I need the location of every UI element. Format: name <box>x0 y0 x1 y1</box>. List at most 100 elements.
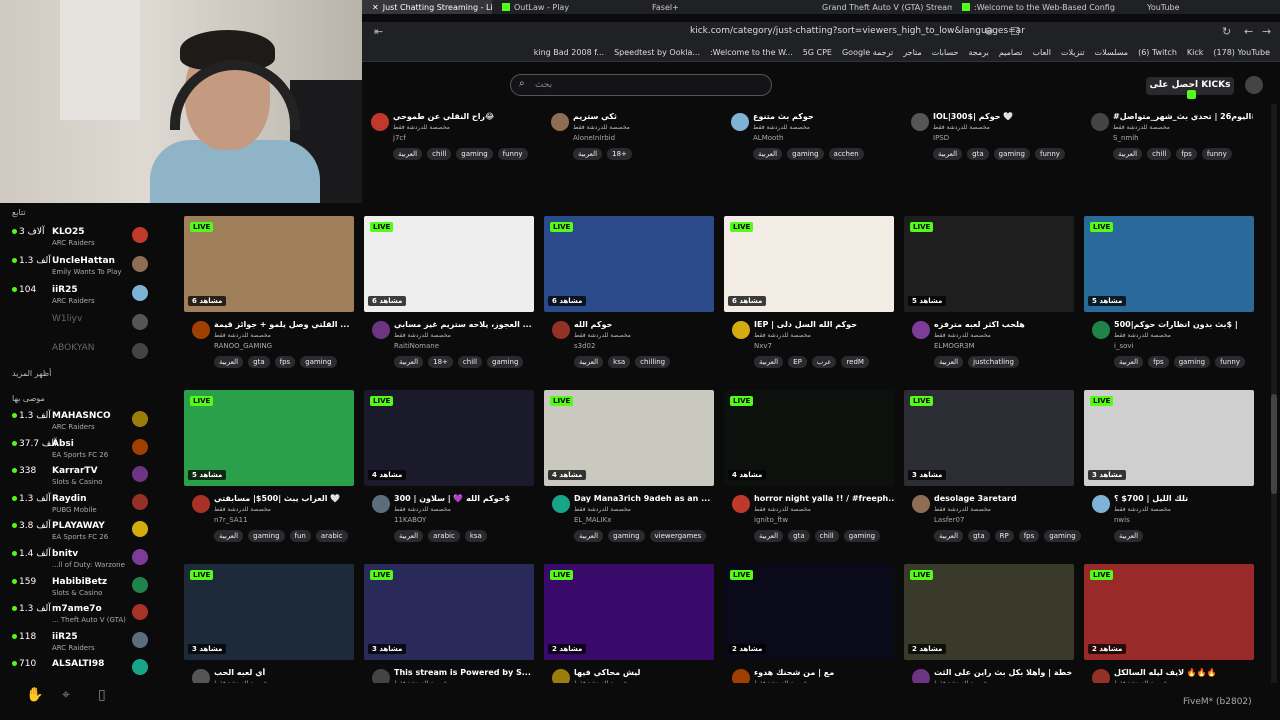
channel-name[interactable]: Lasfer07 <box>934 516 964 524</box>
close-icon[interactable]: ✕ <box>372 3 379 12</box>
tag-chip[interactable]: chill <box>814 530 839 542</box>
bookmark-item[interactable]: العاب <box>1032 48 1051 57</box>
tag-chip[interactable]: gaming <box>248 530 285 542</box>
stream-title[interactable]: desolage 3aretard <box>934 494 1074 503</box>
tag-chip[interactable]: gaming <box>608 530 645 542</box>
avatar[interactable] <box>1091 113 1109 131</box>
stream-thumbnail[interactable]: LIVE 6 مشاهد <box>544 216 714 312</box>
tag-chip[interactable]: العربية <box>393 148 423 160</box>
tag-chip[interactable]: arabic <box>315 530 348 542</box>
sidebar-channel[interactable]: 3.8 آلف PLAYAWAY EA Sports FC 26 <box>8 519 158 545</box>
tag-chip[interactable]: chill <box>457 356 483 368</box>
forward-arrow-icon[interactable]: → <box>1262 25 1271 38</box>
stream-title[interactable]: بث بدون انظارات حوكم|500$ | <box>1114 320 1254 329</box>
tag-chip[interactable]: العربية <box>574 530 604 542</box>
sidebar-channel[interactable]: W1liyv <box>8 312 158 338</box>
channel-name[interactable]: ELMOGR3M <box>934 342 975 350</box>
tag-chip[interactable]: 18+ <box>428 356 453 368</box>
stream-title[interactable]: تلك الليل | 700$ ؟ <box>1114 494 1254 503</box>
stream-title[interactable]: IOL|300$| حوكم 🤍 <box>933 112 1073 121</box>
stream-title[interactable]: راح النقلي عن طموحي😂 <box>393 112 533 121</box>
channel-name[interactable]: Nxv7 <box>754 342 772 350</box>
stream-category[interactable]: مخصصة للدردشة فقط <box>753 124 810 131</box>
stream-title[interactable]: ثكي ستريم <box>573 112 713 121</box>
stream-title[interactable]: هلحب اكثر لعبه مترفزه <box>934 320 1074 329</box>
tag-chip[interactable]: العربية <box>1114 356 1144 368</box>
avatar[interactable] <box>372 321 390 339</box>
stream-category[interactable]: مخصصة للدردشة فقط <box>394 506 451 513</box>
avatar[interactable] <box>1092 669 1110 684</box>
stream-thumbnail[interactable]: LIVE 2 مشاهد <box>904 564 1074 660</box>
stream-category[interactable]: مخصصة للدردشة فقط <box>754 332 811 339</box>
stream-title[interactable]: IEP | حوكم الله السل دلى <box>754 320 894 329</box>
tag-chip[interactable]: funny <box>497 148 528 160</box>
tag-chip[interactable]: العربية <box>934 530 964 542</box>
stream-category[interactable]: مخصصة للدردشة فقط <box>1114 332 1171 339</box>
url-field[interactable]: kick.com/category/just-chatting?sort=vie… <box>690 26 1025 36</box>
tag-chip[interactable]: EP <box>788 356 807 368</box>
stream-title[interactable]: أي لعبه الحب <box>214 668 354 677</box>
sidebar-channel[interactable]: 118 iiR25 ARC Raiders <box>8 630 158 656</box>
tag-chip[interactable]: gaming <box>1044 530 1081 542</box>
tag-chip[interactable]: fun <box>289 530 311 542</box>
bookmark-item[interactable]: تصاميم <box>999 48 1023 57</box>
tag-chip[interactable]: gta <box>788 530 810 542</box>
browser-tab[interactable]: Fasel+ <box>622 0 782 14</box>
stream-thumbnail[interactable]: LIVE 4 مشاهد <box>364 390 534 486</box>
stream-title[interactable]: ليش محاكي فيها <box>574 668 714 677</box>
tag-chip[interactable]: gaming <box>787 148 824 160</box>
avatar[interactable] <box>371 113 389 131</box>
tag-chip[interactable]: العربية <box>214 356 244 368</box>
avatar[interactable] <box>192 669 210 684</box>
stream-title[interactable]: العراب يبث |500$| مسابقتي 🤍 <box>214 494 354 503</box>
tag-chip[interactable]: العربية <box>394 530 424 542</box>
stream-thumbnail[interactable]: LIVE 2 مشاهد <box>544 564 714 660</box>
stream-title[interactable]: horror night yalla !! / #freeph... <box>754 494 894 503</box>
avatar[interactable] <box>372 495 390 513</box>
avatar[interactable] <box>1245 76 1263 94</box>
stream-thumbnail[interactable]: LIVE 6 مشاهد <box>724 216 894 312</box>
tag-chip[interactable]: funny <box>1215 356 1246 368</box>
stream-thumbnail[interactable]: LIVE 5 مشاهد <box>1084 216 1254 312</box>
stream-category[interactable]: مخصصة للدردشة فقط <box>214 506 271 513</box>
sidebar-channel[interactable]: 710 ALSALTI98 <box>8 657 158 683</box>
bookmark-item[interactable]: Speedtest by Ookla... <box>614 48 700 57</box>
avatar[interactable] <box>912 495 930 513</box>
channel-name[interactable]: ignito_ftw <box>754 516 788 524</box>
tag-chip[interactable]: العربية <box>214 530 244 542</box>
scrollbar[interactable] <box>1271 104 1277 683</box>
browser-tab[interactable]: OutLaw - Play <box>492 0 622 14</box>
channel-name[interactable]: S_nmih <box>1113 134 1139 142</box>
get-kicks-button[interactable]: احصل على KICKs <box>1146 77 1234 99</box>
sidebar-channel[interactable]: 37.7 آلف Absi EA Sports FC 26 <box>8 437 158 463</box>
avatar[interactable] <box>552 495 570 513</box>
tag-chip[interactable]: gaming <box>487 356 524 368</box>
stream-title[interactable]: This stream is Powered by S... <box>394 668 534 677</box>
tag-chip[interactable]: العربية <box>934 356 964 368</box>
bookmark-item[interactable]: 5G CPE <box>803 48 832 57</box>
tag-chip[interactable]: ksa <box>464 530 487 542</box>
stream-category[interactable]: مخصصة للدردشة فقط <box>393 124 450 131</box>
avatar[interactable] <box>912 321 930 339</box>
tag-chip[interactable]: gta <box>968 530 990 542</box>
sidebar-channel[interactable]: 3 آلاف KLO25 ARC Raiders <box>8 225 158 251</box>
stream-category[interactable]: مخصصة للدردشة فقط <box>574 332 631 339</box>
stream-thumbnail[interactable]: LIVE 3 مشاهد <box>184 564 354 660</box>
tag-chip[interactable]: arabic <box>428 530 460 542</box>
tag-chip[interactable]: redM <box>841 356 869 368</box>
bookmark-item[interactable]: :Welcome to the W... <box>710 48 793 57</box>
show-more-link[interactable]: أظهر المزيد <box>12 369 51 378</box>
stream-thumbnail[interactable]: LIVE 4 مشاهد <box>544 390 714 486</box>
stream-title[interactable]: العجوز، يلاحه ستريم غير مسابي ... <box>394 320 534 329</box>
tag-chip[interactable]: العربية <box>573 148 603 160</box>
tag-chip[interactable]: RP <box>994 530 1014 542</box>
tag-chip[interactable]: العربية <box>1114 530 1144 542</box>
sidebar-channel[interactable]: 1.4 آلف bnitv ...ll of Duty: Warzone <box>8 547 158 573</box>
stream-thumbnail[interactable]: LIVE 5 مشاهد <box>184 390 354 486</box>
back-icon[interactable]: ⇤ <box>374 25 383 38</box>
avatar[interactable] <box>372 669 390 684</box>
tag-chip[interactable]: العربية <box>574 356 604 368</box>
stream-thumbnail[interactable]: LIVE 2 مشاهد <box>1084 564 1254 660</box>
tag-chip[interactable]: funny <box>1035 148 1065 160</box>
channel-name[interactable]: IPSD <box>933 134 949 142</box>
